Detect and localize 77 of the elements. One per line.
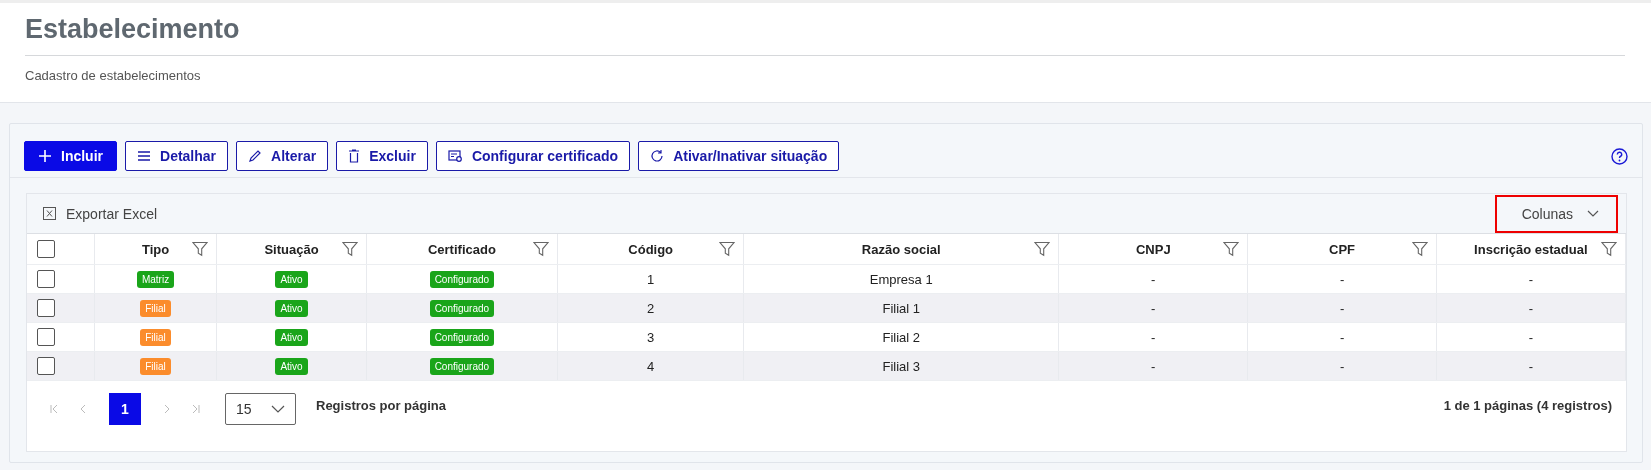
page-title: Estabelecimento xyxy=(25,13,241,45)
checkbox[interactable] xyxy=(37,357,55,375)
table-cell: 1 xyxy=(647,271,655,287)
table-cell: - xyxy=(1151,271,1156,287)
checkbox[interactable] xyxy=(37,328,55,346)
trash-icon xyxy=(348,149,361,163)
table-cell: - xyxy=(1151,329,1156,345)
status-badge: Ativo xyxy=(275,270,308,288)
filter-icon[interactable] xyxy=(341,241,358,257)
toolbar-button[interactable]: Configurar certificado xyxy=(435,141,631,171)
table-cell: - xyxy=(1528,358,1533,374)
list-icon xyxy=(137,150,151,162)
table-cell: - xyxy=(1339,271,1345,287)
page-size-label: Registros por página xyxy=(316,397,447,413)
page-subtitle: Cadastro de estabelecimentos xyxy=(25,68,202,83)
status-badge: Configurado xyxy=(429,270,495,288)
status-badge: Configurado xyxy=(429,328,495,346)
toolbar-button[interactable]: Ativar/Inativar situação xyxy=(638,141,840,171)
column-header[interactable]: Código xyxy=(628,241,674,257)
chevron-down-icon xyxy=(271,405,285,413)
column-header[interactable]: CNPJ xyxy=(1135,241,1171,257)
checkbox[interactable] xyxy=(37,240,55,258)
chevron-down-icon xyxy=(1587,210,1599,217)
toolbar-button[interactable]: Excluir xyxy=(336,141,428,171)
status-badge: Ativo xyxy=(275,357,308,375)
filter-icon[interactable] xyxy=(719,241,736,257)
status-badge: Ativo xyxy=(275,299,308,317)
page-size-select[interactable]: 15 xyxy=(225,393,296,425)
help-icon[interactable] xyxy=(1611,147,1628,165)
column-header[interactable]: Certificado xyxy=(427,241,496,257)
table-cell: 3 xyxy=(647,329,655,345)
column-header[interactable]: Situação xyxy=(264,241,319,257)
toolbar-button[interactable]: Incluir xyxy=(24,141,117,171)
toolbar-button[interactable]: Alterar xyxy=(236,141,329,171)
column-header[interactable]: CPF xyxy=(1329,241,1356,257)
table-cell: 4 xyxy=(647,358,655,374)
table-cell: Filial 1 xyxy=(882,300,920,316)
export-excel-button[interactable]: Exportar Excel xyxy=(43,205,158,222)
columns-dropdown[interactable]: Colunas xyxy=(1494,194,1618,233)
status-badge: Configurado xyxy=(429,299,495,317)
checkbox[interactable] xyxy=(37,299,55,317)
column-header[interactable]: Razão social xyxy=(861,241,941,257)
filter-icon[interactable] xyxy=(533,241,550,257)
table-cell: - xyxy=(1528,329,1533,345)
checkbox[interactable] xyxy=(37,270,55,288)
plus-icon xyxy=(38,149,52,163)
table-cell: 2 xyxy=(647,300,655,316)
toolbar-button[interactable]: Detalhar xyxy=(125,141,229,171)
status-badge: Ativo xyxy=(275,328,308,346)
table-cell: - xyxy=(1339,300,1345,316)
table-cell: - xyxy=(1151,358,1156,374)
status-badge: Filial xyxy=(140,328,171,346)
table-cell: - xyxy=(1339,329,1345,345)
table-cell: - xyxy=(1528,300,1533,316)
filter-icon[interactable] xyxy=(1601,241,1617,257)
refresh-icon xyxy=(650,149,665,163)
filter-icon[interactable] xyxy=(1411,241,1428,257)
column-header[interactable]: Inscrição estadual xyxy=(1474,241,1588,257)
page-button[interactable]: 1 xyxy=(109,393,141,425)
excel-icon xyxy=(43,207,56,220)
status-badge: Matriz xyxy=(136,270,175,288)
certificate-icon xyxy=(447,149,463,163)
column-header[interactable]: Tipo xyxy=(141,241,170,257)
status-badge: Filial xyxy=(140,299,171,317)
filter-icon[interactable] xyxy=(192,241,209,257)
table-cell: - xyxy=(1528,271,1533,287)
status-badge: Configurado xyxy=(429,357,495,375)
table-cell: Filial 2 xyxy=(882,329,920,345)
table-cell: Filial 3 xyxy=(882,358,920,374)
filter-icon[interactable] xyxy=(1223,241,1240,257)
pencil-icon xyxy=(248,149,263,163)
table-cell: - xyxy=(1339,358,1345,374)
filter-icon[interactable] xyxy=(1034,241,1051,257)
table-cell: Empresa 1 xyxy=(869,271,933,287)
status-badge: Filial xyxy=(140,357,171,375)
table-cell: - xyxy=(1151,300,1156,316)
page-summary: 1 de 1 páginas (4 registros) xyxy=(1443,397,1612,413)
